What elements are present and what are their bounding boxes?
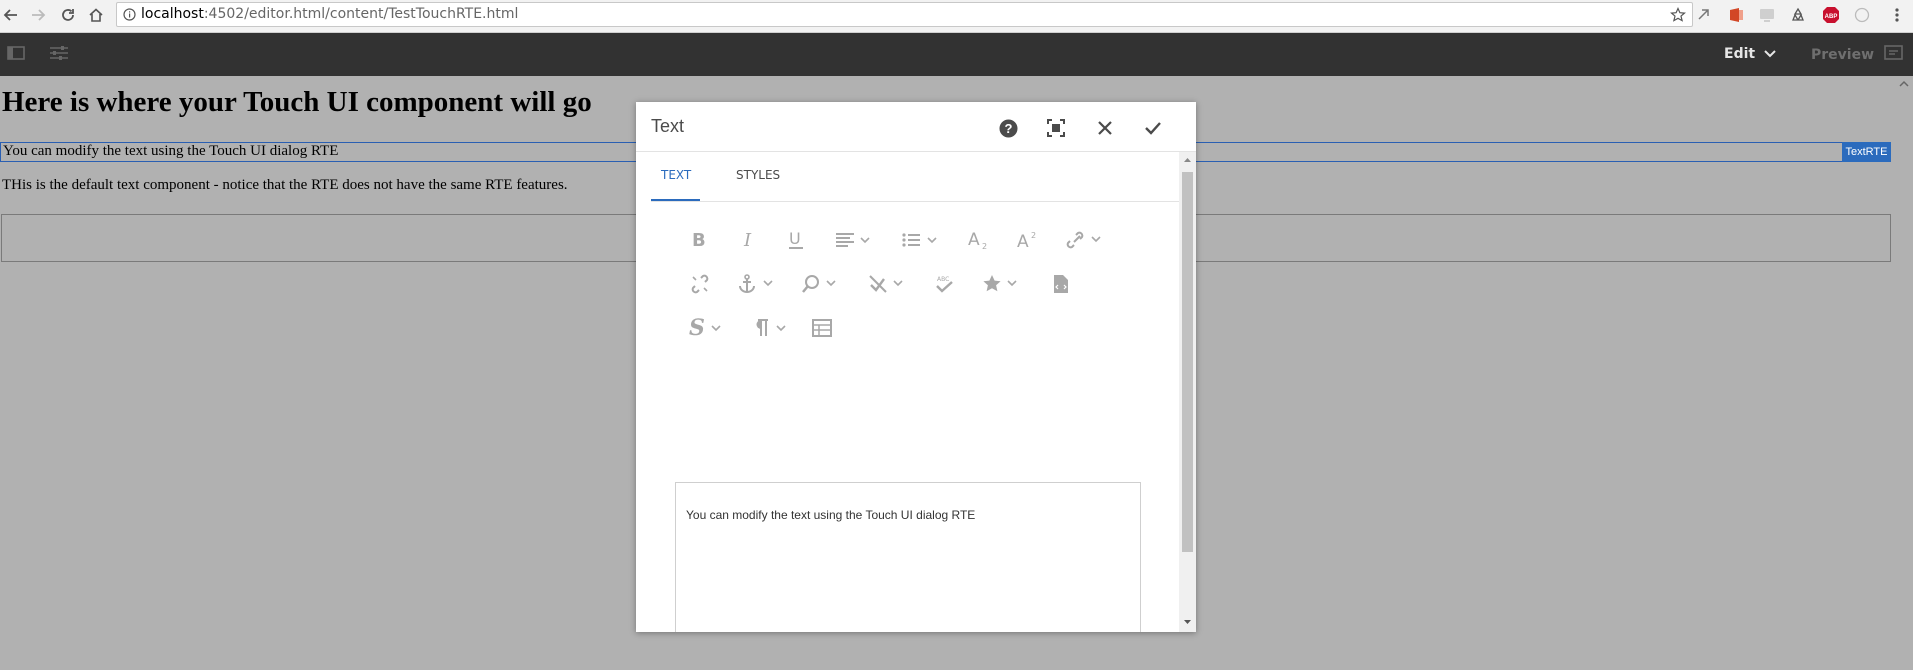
page-title: Here is where your Touch UI component wi… xyxy=(2,86,592,118)
tab-text[interactable]: TEXT xyxy=(661,168,691,182)
browser-menu-icon[interactable] xyxy=(1887,5,1907,25)
extension-screen-icon[interactable] xyxy=(1757,5,1777,25)
properties-icon[interactable] xyxy=(48,43,70,65)
scroll-up-icon[interactable] xyxy=(1183,156,1192,164)
editor-toolbar: Edit Preview xyxy=(0,33,1913,76)
extension-arrows-icon[interactable] xyxy=(1694,5,1714,25)
fullscreen-icon[interactable] xyxy=(1044,116,1068,140)
svg-text:B: B xyxy=(692,231,706,249)
edit-label: Edit xyxy=(1724,46,1756,62)
anchor-icon[interactable] xyxy=(738,272,778,296)
rte-editor-area[interactable]: You can modify the text using the Touch … xyxy=(675,482,1141,632)
back-icon[interactable] xyxy=(0,4,22,26)
unlink-icon[interactable] xyxy=(690,272,710,296)
dialog-scrollbar[interactable] xyxy=(1179,152,1196,632)
scroll-down-icon[interactable] xyxy=(1183,618,1192,626)
url-host: localhost xyxy=(141,6,204,22)
link-icon[interactable] xyxy=(1066,228,1106,252)
subscript-icon[interactable]: A2 xyxy=(967,228,989,252)
url-path: :4502/editor.html/content/TestTouchRTE.h… xyxy=(203,6,519,22)
side-panel-icon[interactable] xyxy=(6,43,28,65)
svg-text:2: 2 xyxy=(982,242,987,250)
help-icon[interactable]: ? xyxy=(996,116,1020,140)
svg-text:A: A xyxy=(1017,232,1029,250)
address-bar[interactable]: localhost:4502/editor.html/content/TestT… xyxy=(116,2,1693,27)
justify-icon[interactable] xyxy=(835,228,875,252)
scrollbar-thumb[interactable] xyxy=(1182,172,1193,552)
table-icon[interactable] xyxy=(812,316,832,340)
scroll-up-icon[interactable] xyxy=(1895,77,1913,89)
svg-text:ABC: ABC xyxy=(937,276,949,283)
spellcheck-icon[interactable]: ABC xyxy=(934,272,956,296)
extension-office-icon[interactable] xyxy=(1726,5,1746,25)
chevron-down-icon xyxy=(1764,50,1776,58)
extension-circle-icon[interactable] xyxy=(1852,5,1872,25)
svg-text:ABP: ABP xyxy=(1825,14,1838,20)
superscript-icon[interactable]: A2 xyxy=(1016,228,1038,252)
rte-component-text: You can modify the text using the Touch … xyxy=(3,143,339,159)
dialog-header-divider xyxy=(636,151,1196,152)
dialog-title: Text xyxy=(651,116,685,136)
edit-mode-button[interactable]: Edit xyxy=(1724,46,1776,62)
bold-icon[interactable]: B xyxy=(690,228,708,252)
tabs-divider xyxy=(651,201,1179,202)
special-chars-icon[interactable] xyxy=(982,272,1022,296)
preview-button[interactable]: Preview xyxy=(1811,47,1874,63)
browser-toolbar: localhost:4502/editor.html/content/TestT… xyxy=(0,0,1913,33)
spellcheck-off-icon[interactable] xyxy=(868,272,908,296)
info-icon[interactable] xyxy=(123,8,136,21)
editor-text: You can modify the text using the Touch … xyxy=(686,508,976,522)
page-scrollbar[interactable] xyxy=(1895,76,1913,670)
home-icon[interactable] xyxy=(85,4,107,26)
close-icon[interactable] xyxy=(1093,116,1117,140)
adblock-icon[interactable]: ABP xyxy=(1821,5,1841,25)
annotate-icon[interactable] xyxy=(1884,43,1906,65)
paraformat-icon[interactable] xyxy=(751,316,791,340)
underline-icon[interactable]: U xyxy=(787,228,805,252)
list-icon[interactable] xyxy=(902,228,942,252)
italic-icon[interactable]: I xyxy=(740,228,758,252)
svg-text:S: S xyxy=(689,317,705,339)
find-replace-icon[interactable] xyxy=(801,272,841,296)
svg-text:U: U xyxy=(789,230,801,248)
tab-styles[interactable]: STYLES xyxy=(736,168,780,182)
svg-text:2: 2 xyxy=(1031,231,1036,240)
forward-icon[interactable] xyxy=(27,4,49,26)
svg-text:I: I xyxy=(743,231,752,249)
styles-icon[interactable]: S xyxy=(688,316,728,340)
svg-text:A: A xyxy=(968,230,980,250)
svg-text:?: ? xyxy=(1004,121,1012,136)
default-text-component: THis is the default text component - not… xyxy=(2,177,568,193)
component-badge[interactable]: TextRTE xyxy=(1842,142,1891,162)
rte-dialog: Text ? TEXT STYLES B I U A2 A2 ABC S You… xyxy=(636,102,1196,632)
source-edit-icon[interactable] xyxy=(1052,272,1070,296)
extension-recycle-icon[interactable] xyxy=(1788,5,1808,25)
bookmark-star-icon[interactable] xyxy=(1670,7,1686,23)
reload-icon[interactable] xyxy=(57,4,79,26)
done-check-icon[interactable] xyxy=(1141,116,1165,140)
